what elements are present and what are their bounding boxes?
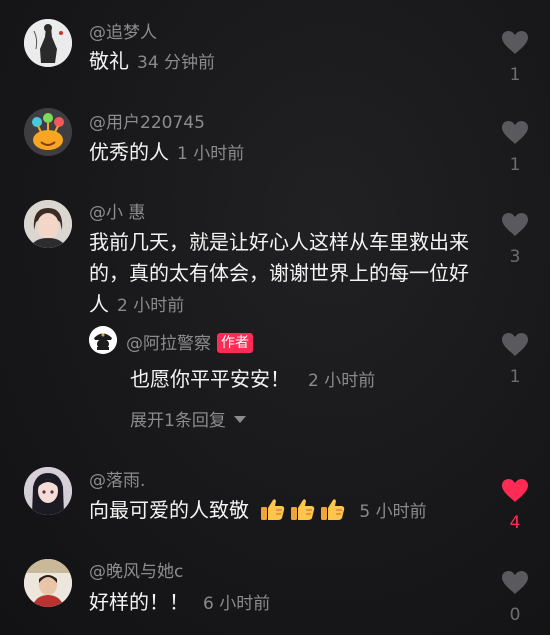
like-count: 1 bbox=[509, 155, 521, 175]
reply-username[interactable]: @阿拉警察 作者 bbox=[126, 333, 253, 355]
comment-item[interactable]: @小 惠 我前几天，就是让好心人这样从车里救出来的，真的太有体会，谢谢世界上的每… bbox=[0, 180, 550, 450]
reply-username-label[interactable]: @阿拉警察 bbox=[126, 334, 211, 354]
comment-username[interactable]: @追梦人 bbox=[89, 22, 157, 44]
heart-icon[interactable] bbox=[501, 332, 529, 357]
like-count: 3 bbox=[509, 247, 521, 267]
reply-text: 也愿你平平安安！ 2 小时前 bbox=[130, 364, 470, 397]
like-count: 0 bbox=[509, 605, 521, 625]
caret-down-icon[interactable] bbox=[233, 416, 246, 423]
comment-username[interactable]: @落雨. bbox=[89, 470, 145, 492]
comment-body: 优秀的人 bbox=[89, 140, 169, 164]
comment-time: 5 小时前 bbox=[359, 502, 427, 522]
comment-time: 6 小时前 bbox=[203, 594, 271, 614]
avatar[interactable] bbox=[24, 200, 72, 248]
avatar[interactable] bbox=[24, 19, 72, 67]
avatar[interactable] bbox=[24, 467, 72, 515]
like-button[interactable]: 1 bbox=[495, 332, 535, 387]
comments-panel: @追梦人 敬礼 34 分钟前 1 @用户220745 优秀的人 1 小时前 1 … bbox=[0, 0, 550, 635]
comment-username[interactable]: @小 惠 bbox=[89, 202, 145, 224]
comment-text: 好样的！！ 6 小时前 bbox=[89, 587, 469, 620]
heart-icon[interactable] bbox=[501, 478, 529, 503]
comment-username[interactable]: @晚风与她c bbox=[89, 561, 183, 583]
comment-body: 向最可爱的人致敬 bbox=[89, 498, 249, 522]
like-button[interactable]: 4 bbox=[495, 478, 535, 533]
like-count: 1 bbox=[509, 65, 521, 85]
comment-text: 我前几天，就是让好心人这样从车里救出来的，真的太有体会，谢谢世界上的每一位好人 2… bbox=[89, 227, 481, 322]
heart-icon[interactable] bbox=[501, 30, 529, 55]
comment-item[interactable]: @落雨. 向最可爱的人致敬 5 小时前 4 bbox=[0, 450, 550, 550]
comment-username[interactable]: @用户220745 bbox=[89, 112, 205, 134]
like-count: 1 bbox=[509, 367, 521, 387]
like-count: 4 bbox=[509, 513, 521, 533]
comment-item[interactable]: @用户220745 优秀的人 1 小时前 1 bbox=[0, 90, 550, 180]
expand-replies-button[interactable]: 展开1条回复 bbox=[130, 410, 246, 432]
avatar[interactable] bbox=[24, 559, 72, 607]
author-badge: 作者 bbox=[217, 333, 253, 353]
comment-body: 敬礼 bbox=[89, 49, 129, 73]
expand-replies-label[interactable]: 展开1条回复 bbox=[130, 411, 226, 431]
comment-item[interactable]: @追梦人 敬礼 34 分钟前 1 bbox=[0, 0, 550, 90]
comment-time: 34 分钟前 bbox=[137, 53, 216, 73]
comment-body: 好样的！！ bbox=[89, 590, 189, 614]
reply-body: 也愿你平平安安！ bbox=[130, 367, 290, 391]
comment-item[interactable]: @晚风与她c 好样的！！ 6 小时前 0 bbox=[0, 550, 550, 635]
avatar[interactable] bbox=[24, 108, 72, 156]
comment-text: 敬礼 34 分钟前 bbox=[89, 46, 469, 79]
heart-icon[interactable] bbox=[501, 212, 529, 237]
comment-time: 2 小时前 bbox=[117, 296, 185, 316]
heart-icon[interactable] bbox=[501, 120, 529, 145]
like-button[interactable]: 1 bbox=[495, 30, 535, 85]
comment-time: 1 小时前 bbox=[177, 144, 245, 164]
like-button[interactable]: 1 bbox=[495, 120, 535, 175]
comment-text: 优秀的人 1 小时前 bbox=[89, 137, 469, 170]
like-button[interactable]: 0 bbox=[495, 570, 535, 625]
thumbs-up-icon bbox=[291, 499, 315, 520]
reply-time: 2 小时前 bbox=[308, 371, 376, 391]
thumbs-up-icon bbox=[261, 499, 285, 520]
avatar[interactable] bbox=[89, 326, 117, 354]
heart-icon[interactable] bbox=[501, 570, 529, 595]
thumbs-up-icon bbox=[321, 499, 345, 520]
comment-text: 向最可爱的人致敬 5 小时前 bbox=[89, 495, 489, 528]
like-button[interactable]: 3 bbox=[495, 212, 535, 267]
